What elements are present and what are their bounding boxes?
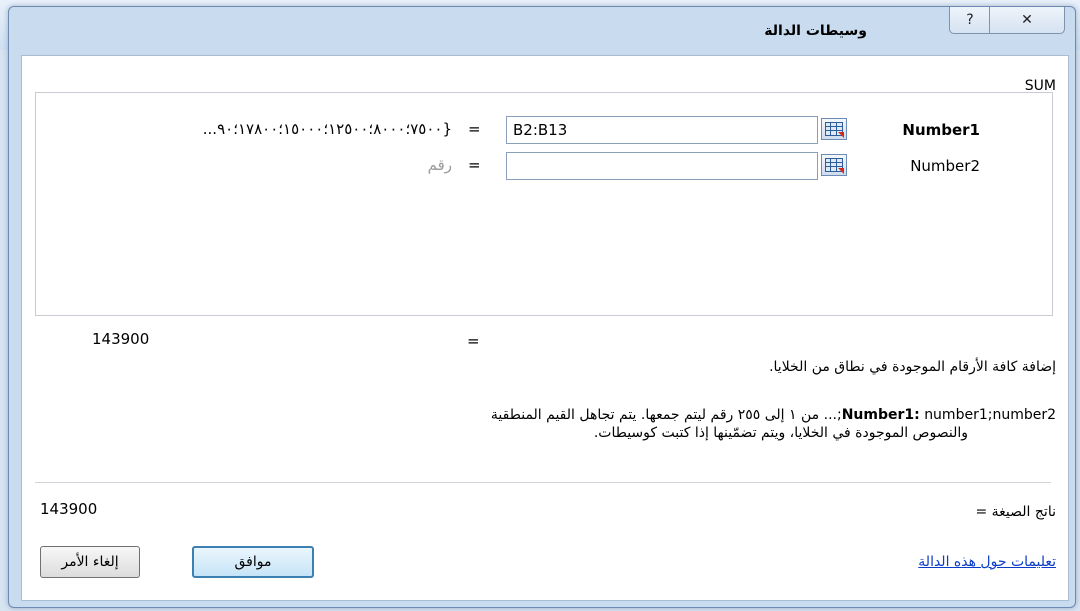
formula-result-value: 143900	[40, 500, 98, 518]
argument-help-text: number1;number2;... من ١ إلى ٢٥٥ رقم ليت…	[490, 407, 1056, 423]
arg-name-number2: Number2	[910, 157, 980, 175]
number2-input[interactable]	[506, 152, 818, 180]
range-select-icon	[825, 158, 844, 174]
arg-name-number1: Number1	[902, 121, 980, 139]
argument-help-line2: والنصوص الموجودة في الخلايا، ويتم تضمّين…	[593, 425, 968, 441]
separator	[35, 482, 1051, 483]
dialog-title: وسيطات الدالة	[764, 23, 867, 39]
range-select-button-number1[interactable]	[821, 118, 847, 140]
range-select-button-number2[interactable]	[821, 154, 847, 176]
argument-help-line1: Number1: number1;number2;... من ١ إلى ٢٥…	[256, 406, 1056, 424]
arguments-group: Number1 B2:B13 = {٧٥٠٠؛٨٠٠٠؛١٢٥٠٠؛١٥٠٠٠؛…	[35, 92, 1053, 316]
dialog-body: SUM Number1 B2:B13 = {٧٥٠٠؛٨٠٠٠؛١٢٥٠٠؛١٥…	[21, 55, 1069, 601]
function-result-equals: =	[467, 332, 480, 350]
number1-input[interactable]: B2:B13	[506, 116, 818, 144]
number1-preview: {٧٥٠٠؛٨٠٠٠؛١٢٥٠٠؛١٥٠٠٠؛١٧٨٠٠؛٩٠...	[202, 120, 452, 138]
number2-preview: رقم	[427, 156, 452, 174]
question-icon: ?	[966, 12, 974, 28]
ok-button[interactable]: موافق	[192, 546, 314, 578]
argument-help-label: Number1:	[841, 407, 920, 423]
equals-sign: =	[468, 156, 481, 174]
function-description: إضافة كافة الأرقام الموجودة في نطاق من ا…	[769, 359, 1056, 375]
function-arguments-dialog: ? ✕ وسيطات الدالة SUM Number1 B2:B13 = {…	[8, 6, 1076, 608]
close-icon: ✕	[1021, 12, 1033, 28]
function-result-value: 143900	[92, 330, 150, 348]
function-help-link[interactable]: تعليمات حول هذه الدالة	[918, 554, 1056, 570]
range-select-icon	[825, 122, 844, 138]
title-bar: ? ✕ وسيطات الدالة	[9, 7, 1075, 53]
equals-sign: =	[468, 120, 481, 138]
cancel-button[interactable]: إلغاء الأمر	[40, 546, 140, 578]
argument-help: Number1: number1;number2;... من ١ إلى ٢٥…	[256, 406, 1056, 442]
help-button[interactable]: ?	[949, 7, 991, 34]
close-button[interactable]: ✕	[989, 7, 1065, 34]
formula-result-label: ناتج الصيغة =	[975, 504, 1056, 520]
